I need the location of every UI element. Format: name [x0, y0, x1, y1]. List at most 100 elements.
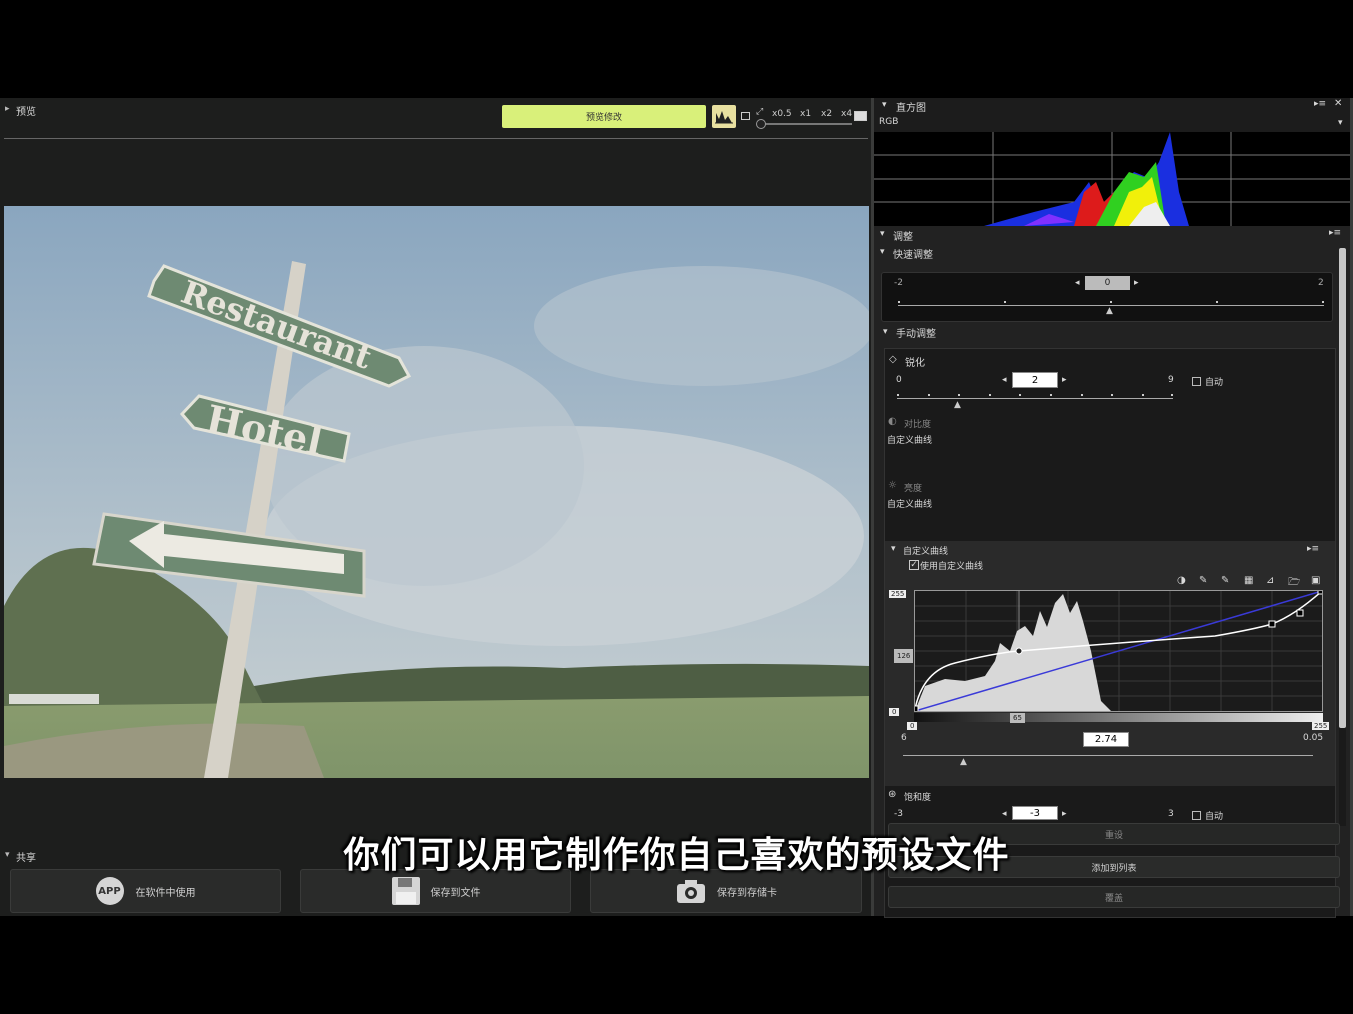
quick-value-field[interactable]: 0 [1085, 276, 1130, 290]
sharpen-increase-arrow-icon[interactable]: ▸ [1062, 375, 1067, 385]
input-right-label: 255 [1312, 722, 1330, 730]
sharpen-min-label: 0 [896, 375, 902, 385]
full-view-icon[interactable] [854, 111, 867, 121]
saturation-value-input[interactable] [1012, 806, 1058, 820]
zoom-x2[interactable]: x2 [821, 109, 832, 119]
output-mid-label: 126 [894, 649, 914, 663]
brightness-label: 亮度 [904, 484, 923, 494]
saturation-auto-label: 自动 [1205, 812, 1224, 822]
sharpen-value-input[interactable] [1012, 372, 1058, 388]
collapse-triangle-icon[interactable]: ▾ [883, 327, 888, 337]
chevron-down-icon[interactable]: ▾ [1338, 118, 1343, 128]
custom-curve-panel: ▾ 自定义曲线 ▸≡ ✓ 使用自定义曲线 ◑ ✎ ✎ ▦ ⊿ 🗁 ▣ 255 1… [885, 541, 1335, 786]
saturation-min-label: -3 [894, 809, 903, 819]
curve-graph[interactable] [911, 587, 1325, 713]
quick-min-label: -2 [894, 278, 903, 288]
saturation-increase-arrow-icon[interactable]: ▸ [1062, 809, 1067, 819]
adjust-title: 调整 [893, 232, 913, 243]
histogram-icon [715, 111, 733, 124]
panel-menu-icon[interactable]: ▸≡ [1307, 544, 1319, 554]
quick-max-label: 2 [1318, 278, 1324, 288]
histogram-toggle-button[interactable] [712, 105, 736, 128]
white-point-eyedropper-icon[interactable]: ✎ [1221, 575, 1229, 586]
overwrite-label: 覆盖 [1104, 893, 1123, 904]
quick-slider-handle[interactable]: ▲ [1106, 306, 1113, 316]
preview-divider [4, 138, 868, 139]
floppy-disk-icon [391, 877, 420, 905]
zoom-x1[interactable]: x1 [800, 109, 811, 119]
preview-changes-label: 预览修改 [585, 113, 622, 123]
curve-histogram-icon[interactable]: ⊿ [1266, 575, 1274, 586]
save-to-file-label: 保存到文件 [430, 887, 481, 899]
fit-icon[interactable] [741, 112, 750, 120]
gamma-slider-handle[interactable]: ▲ [960, 757, 967, 767]
auto-contrast-icon[interactable]: ◑ [1177, 575, 1186, 586]
quick-adjust-title: 快速调整 [893, 250, 933, 261]
overwrite-button[interactable]: 覆盖 [888, 886, 1340, 908]
preview-panel: ▸ 预览 预览修改 ⤢ x0.5 x1 x2 x4 Restaurant Hot… [0, 98, 871, 846]
saturation-auto-checkbox[interactable] [1192, 811, 1201, 820]
sharpen-slider-handle[interactable]: ▲ [954, 400, 961, 410]
sharpen-slider-track[interactable] [897, 398, 1173, 399]
output-top-label: 255 [889, 590, 907, 598]
gamma-right-label: 0.05 [1303, 733, 1324, 743]
camera-icon [677, 880, 705, 903]
histogram-graph [874, 132, 1350, 226]
use-custom-curve-checkbox[interactable]: ✓ [909, 560, 919, 570]
save-curve-icon[interactable]: ▣ [1311, 575, 1320, 586]
preview-header: ▸ 预览 预览修改 ⤢ x0.5 x1 x2 x4 [0, 98, 871, 138]
saturation-max-label: 3 [1168, 809, 1174, 819]
channel-icon[interactable]: ▦ [1244, 575, 1253, 586]
app-icon: APP [95, 877, 124, 905]
contrast-label: 对比度 [904, 420, 932, 430]
saturation-decrease-arrow-icon[interactable]: ◂ [1002, 809, 1007, 819]
preview-changes-button[interactable]: 预览修改 [502, 105, 706, 128]
zoom-slider[interactable] [756, 119, 852, 129]
collapse-triangle-icon[interactable]: ▾ [891, 544, 896, 554]
sharpen-auto-checkbox[interactable] [1192, 377, 1201, 386]
collapse-triangle-icon[interactable]: ▾ [880, 247, 885, 257]
gamma-left-label: 6 [901, 733, 907, 743]
preview-panel-title: 预览 [16, 107, 36, 118]
custom-curve-title: 自定义曲线 [903, 547, 949, 557]
brightness-icon: ☼ [888, 480, 897, 491]
scrollbar-thumb[interactable] [1339, 248, 1346, 728]
video-subtitle: 你们可以用它制作你自己喜欢的预设文件 [343, 835, 1010, 876]
output-bottom-label: 0 [889, 708, 900, 716]
sharpen-decrease-arrow-icon[interactable]: ◂ [1002, 375, 1007, 385]
input-mid-label: 65 [1010, 713, 1025, 723]
quick-increase-arrow-icon[interactable]: ▸ [1134, 278, 1139, 288]
sharpen-max-label: 9 [1168, 375, 1174, 385]
histogram-channel-select[interactable]: RGB [879, 117, 898, 127]
sharpen-slider-ticks [897, 394, 1173, 398]
preview-image: Restaurant Hotel [4, 206, 869, 778]
sharpen-auto-label: 自动 [1205, 378, 1224, 388]
save-to-card-label: 保存到存储卡 [717, 887, 777, 899]
quick-slider-ticks [898, 301, 1324, 305]
sharpen-icon: ◇ [889, 354, 897, 365]
use-in-app-label: 在软件中使用 [135, 887, 196, 899]
panel-scrollbar[interactable] [1339, 248, 1346, 826]
gamma-slider-track[interactable] [903, 755, 1313, 756]
collapse-triangle-icon[interactable]: ▸ [5, 104, 10, 114]
panel-menu-icon[interactable]: ▸≡ [1329, 228, 1341, 238]
zoom-x4[interactable]: x4 [841, 109, 852, 119]
right-panel: ▾ 直方图 ▸≡ ✕ RGB ▾ ▾ 调整 ▸≡ ▾ 快速调整 -2 2 ◂ 0… [871, 98, 1353, 918]
saturation-icon: ⊛ [888, 789, 897, 800]
panel-menu-icon[interactable]: ▸≡ [1314, 99, 1326, 109]
gamma-value-input[interactable] [1083, 732, 1129, 747]
fullscreen-arrows-icon[interactable]: ⤢ [756, 107, 763, 117]
zoom-x0-5[interactable]: x0.5 [772, 109, 792, 119]
collapse-triangle-icon[interactable]: ▾ [882, 100, 887, 110]
adjust-panel: ▾ 调整 ▸≡ ▾ 快速调整 -2 2 ◂ 0 ▸ ▲ ▾ 手动调整 ◇ 锐化 … [874, 226, 1350, 918]
histogram-title: 直方图 [896, 103, 926, 114]
collapse-triangle-icon[interactable]: ▾ [880, 229, 885, 239]
input-gradient-bar [914, 713, 1323, 722]
quick-decrease-arrow-icon[interactable]: ◂ [1075, 278, 1080, 288]
close-icon[interactable]: ✕ [1334, 98, 1342, 109]
black-point-eyedropper-icon[interactable]: ✎ [1199, 575, 1207, 586]
zoom-slider-handle[interactable] [756, 119, 766, 129]
brightness-mode: 自定义曲线 [887, 500, 933, 510]
contrast-mode: 自定义曲线 [887, 436, 933, 446]
sharpen-label: 锐化 [905, 358, 925, 369]
